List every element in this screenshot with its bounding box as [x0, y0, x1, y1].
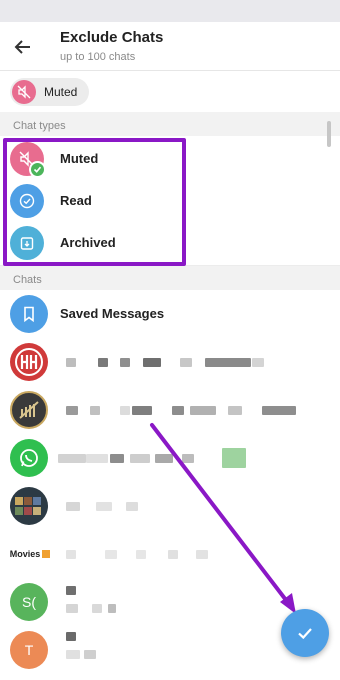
- chat-item[interactable]: [0, 482, 340, 530]
- app-header: Exclude Chats up to 100 chats: [0, 22, 340, 70]
- redacted-text: [262, 406, 296, 415]
- chat-name: Saved Messages: [60, 306, 165, 321]
- redacted-text: [66, 358, 76, 367]
- redacted-text: [66, 586, 76, 595]
- redacted-text: [172, 406, 184, 415]
- redacted-text: [66, 604, 78, 613]
- redacted-text: [110, 454, 124, 463]
- chat-item[interactable]: Movies: [0, 530, 340, 578]
- selected-chip-muted[interactable]: Muted: [10, 78, 90, 106]
- page-subtitle: up to 100 chats: [60, 51, 136, 63]
- avatar-text: Movies: [9, 549, 41, 559]
- redacted-text: [66, 406, 78, 415]
- chat-avatar: [10, 391, 48, 429]
- chat-avatar: S(: [10, 583, 48, 621]
- redacted-text: [132, 406, 152, 415]
- read-icon: [10, 184, 44, 218]
- redacted-text: [205, 358, 251, 367]
- chat-avatar: Movies: [8, 535, 52, 573]
- chat-type-read[interactable]: Read: [0, 180, 326, 222]
- check-icon: [298, 628, 312, 640]
- avatar-text: S(: [22, 594, 36, 610]
- redacted-text: [126, 502, 138, 511]
- chat-type-archived[interactable]: Archived: [0, 222, 326, 264]
- avatar-text: T: [24, 642, 34, 658]
- chip-label: Muted: [44, 85, 78, 99]
- avatar-logo-mark: [42, 550, 51, 558]
- chat-avatar: [10, 343, 48, 381]
- redacted-text: [66, 650, 80, 659]
- redacted-text: [86, 454, 108, 463]
- redacted-text: [96, 502, 112, 511]
- redacted-text: [136, 550, 146, 559]
- back-arrow-icon[interactable]: [10, 34, 36, 60]
- selected-chips-bar: Muted: [0, 70, 340, 112]
- chat-type-label: Archived: [60, 235, 116, 250]
- redacted-text: [190, 406, 216, 415]
- redacted-text: [120, 358, 130, 367]
- redacted-text: [66, 632, 76, 641]
- chat-types-section-header: Chat types: [0, 112, 340, 136]
- redacted-text: [143, 358, 161, 367]
- redacted-text: [90, 406, 100, 415]
- confirm-fab-button[interactable]: [281, 609, 329, 657]
- redacted-text: [98, 358, 108, 367]
- chat-item-saved-messages[interactable]: Saved Messages: [0, 290, 340, 338]
- bookmark-icon: [10, 295, 48, 333]
- redacted-text: [196, 550, 208, 559]
- redacted-text: [92, 604, 102, 613]
- redacted-text: [168, 550, 178, 559]
- redacted-text: [108, 604, 116, 613]
- redacted-text: [228, 406, 242, 415]
- redacted-text: [155, 454, 173, 463]
- redacted-text: [180, 358, 192, 367]
- page-title: Exclude Chats: [60, 29, 164, 46]
- selected-check-icon: [29, 161, 46, 178]
- chat-type-label: Muted: [60, 151, 99, 166]
- muted-icon: [12, 80, 36, 104]
- redacted-text: [66, 502, 80, 511]
- chat-type-label: Read: [60, 193, 92, 208]
- redacted-text: [182, 454, 194, 463]
- redacted-text: [222, 448, 246, 468]
- redacted-text: [105, 550, 117, 559]
- redacted-text: [84, 650, 96, 659]
- redacted-text: [66, 550, 76, 559]
- redacted-text: [130, 454, 150, 463]
- chat-item[interactable]: [0, 338, 340, 386]
- scrollbar[interactable]: [327, 121, 331, 147]
- chat-type-muted[interactable]: Muted: [0, 138, 326, 180]
- chat-avatar: [10, 487, 48, 525]
- chat-item[interactable]: [0, 386, 340, 434]
- redacted-text: [58, 454, 86, 463]
- chat-types-list: Muted Read Archived: [0, 136, 340, 265]
- whatsapp-icon: [10, 439, 48, 477]
- redacted-text: [120, 406, 130, 415]
- archived-icon: [10, 226, 44, 260]
- redacted-text: [252, 358, 264, 367]
- chats-section-header: Chats: [0, 266, 340, 290]
- chat-avatar: T: [10, 631, 48, 669]
- status-bar: [0, 0, 340, 22]
- chat-item[interactable]: [0, 434, 340, 482]
